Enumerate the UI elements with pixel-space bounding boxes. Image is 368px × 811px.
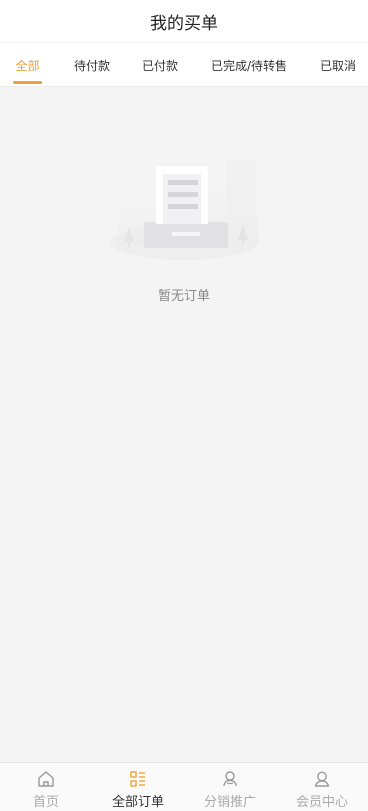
- nav-promotion[interactable]: 分销推广: [184, 763, 276, 811]
- tab-completed-resale[interactable]: 已完成/待转售: [206, 43, 292, 87]
- tab-pending-payment[interactable]: 待付款: [70, 43, 114, 87]
- tab-cancelled[interactable]: 已取消: [316, 43, 360, 87]
- active-tab-indicator: [13, 81, 42, 84]
- order-list-icon: [130, 771, 145, 787]
- nav-home-label: 首页: [32, 795, 59, 810]
- nav-all-orders[interactable]: 全部订单: [92, 763, 184, 811]
- empty-order-illustration: [110, 150, 258, 260]
- promote-user-icon: [223, 771, 237, 787]
- nav-promotion-label: 分销推广: [203, 795, 256, 810]
- order-status-tabs: 全部 待付款 已付款 已完成/待转售 已取消: [0, 43, 368, 87]
- nav-all-orders-label: 全部订单: [111, 795, 164, 810]
- nav-member-center-label: 会员中心: [295, 795, 348, 810]
- nav-home[interactable]: 首页: [0, 763, 92, 811]
- nav-member-center[interactable]: 会员中心: [276, 763, 368, 811]
- home-icon: [38, 771, 54, 787]
- tab-paid[interactable]: 已付款: [138, 43, 182, 87]
- bottom-nav: 首页 全部订单 分销推广 会员中心: [0, 762, 368, 811]
- empty-message: 暂无订单: [157, 289, 210, 304]
- top-bar: 我的买单: [0, 0, 368, 42]
- page-title: 我的买单: [150, 13, 218, 34]
- member-user-icon: [314, 771, 330, 787]
